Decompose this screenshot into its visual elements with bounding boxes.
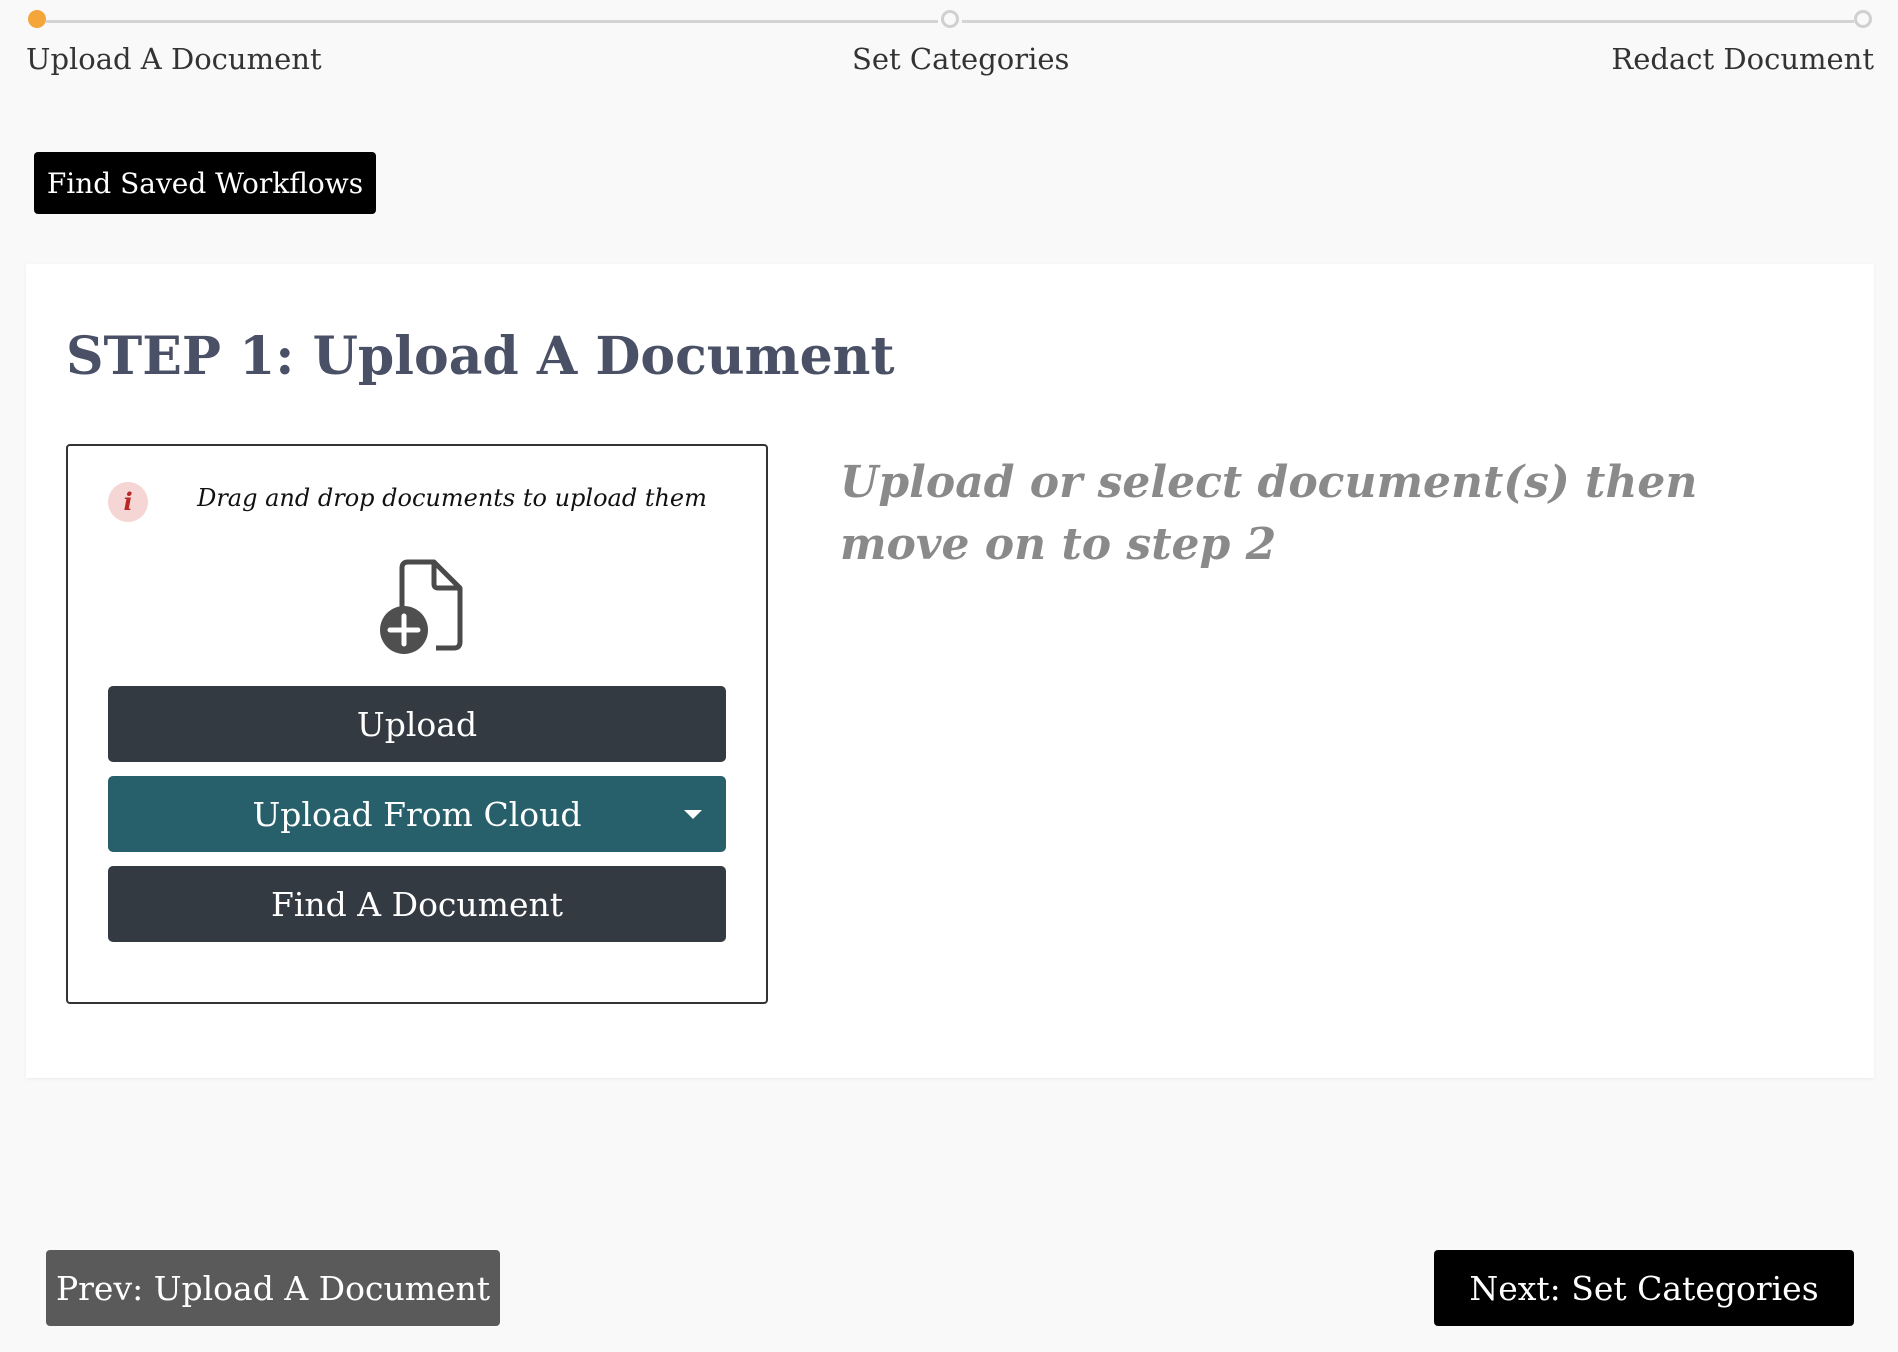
step-dot-upload[interactable]: [28, 10, 46, 28]
info-icon: i: [108, 482, 148, 522]
upload-button[interactable]: Upload: [108, 686, 726, 762]
drag-drop-hint: Drag and drop documents to upload them: [197, 484, 707, 512]
page-title: STEP 1: Upload A Document: [66, 326, 895, 387]
progress-stepper: Upload A Document Set Categories Redact …: [0, 0, 1898, 90]
step-label-redact[interactable]: Redact Document: [1611, 42, 1874, 76]
step-label-categories[interactable]: Set Categories: [852, 42, 1069, 76]
find-saved-workflows-button[interactable]: Find Saved Workflows: [34, 152, 376, 214]
find-document-button[interactable]: Find A Document: [108, 866, 726, 942]
step-label-upload[interactable]: Upload A Document: [26, 42, 322, 76]
step-dot-categories[interactable]: [941, 10, 959, 28]
stepper-line: [46, 20, 938, 23]
upload-from-cloud-label: Upload From Cloud: [252, 794, 582, 834]
step-dot-redact[interactable]: [1854, 10, 1872, 28]
add-document-icon: [380, 559, 463, 654]
next-button[interactable]: Next: Set Categories: [1434, 1250, 1854, 1326]
stepper-line: [962, 20, 1854, 23]
step-card: STEP 1: Upload A Document i Drag and dro…: [26, 264, 1874, 1078]
upload-from-cloud-button[interactable]: Upload From Cloud: [108, 776, 726, 852]
upload-dropzone[interactable]: i Drag and drop documents to upload them…: [66, 444, 768, 1004]
caret-down-icon: [684, 810, 702, 819]
prev-button[interactable]: Prev: Upload A Document: [46, 1250, 500, 1326]
instruction-text: Upload or select document(s) then move o…: [840, 457, 1698, 570]
